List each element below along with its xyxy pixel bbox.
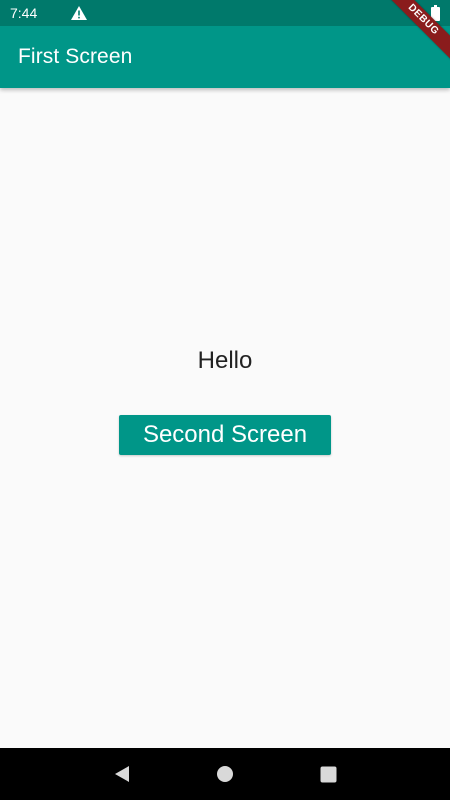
battery-icon	[431, 5, 440, 21]
navigation-bar	[0, 748, 450, 800]
recents-square-icon[interactable]	[308, 754, 348, 794]
status-right	[431, 5, 440, 21]
home-circle-icon[interactable]	[205, 754, 245, 794]
app-bar: First Screen	[0, 26, 450, 88]
app-bar-title: First Screen	[18, 45, 133, 68]
status-left: 7:44	[10, 0, 88, 26]
warning-icon	[71, 6, 88, 20]
back-triangle-icon[interactable]	[102, 754, 142, 794]
status-time: 7:44	[10, 5, 38, 21]
status-bar: 7:44	[0, 0, 450, 26]
greeting-text: Hello	[197, 347, 253, 374]
main-content: Hello Second Screen	[0, 88, 450, 748]
second-screen-button[interactable]: Second Screen	[119, 415, 331, 455]
